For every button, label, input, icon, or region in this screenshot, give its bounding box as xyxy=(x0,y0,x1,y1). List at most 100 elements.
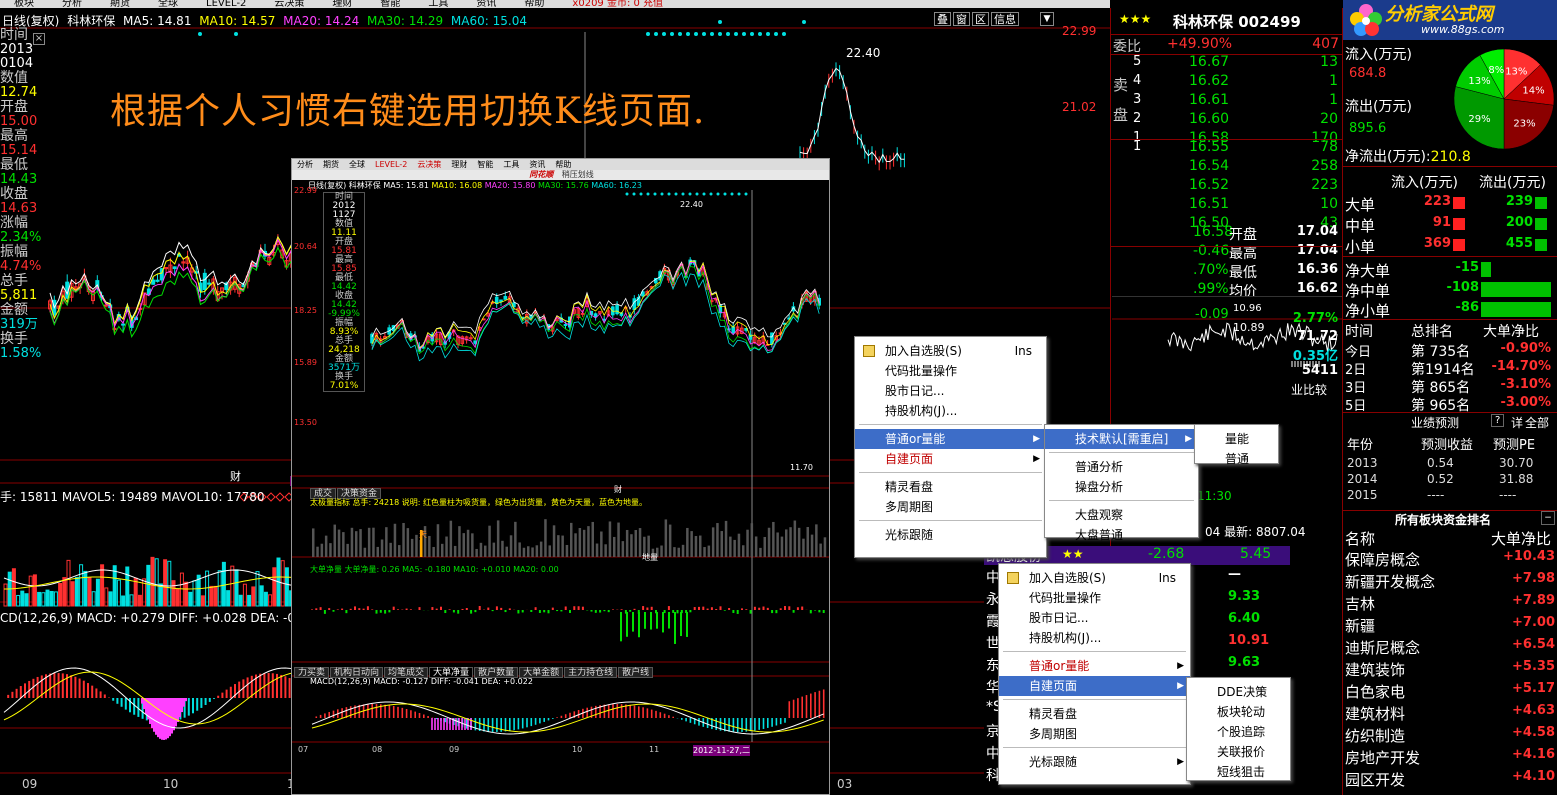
inner-menu-item[interactable]: 期货 xyxy=(323,160,339,169)
sector-name[interactable]: 纺织制造 xyxy=(1345,725,1405,746)
menu-item[interactable]: 大盘普通 xyxy=(1045,525,1198,545)
menu-item[interactable]: 全球 xyxy=(158,0,178,8)
menu-item[interactable]: 帮助 xyxy=(524,0,544,8)
menu-item[interactable]: 短线狙击 xyxy=(1187,762,1290,782)
menu-item[interactable]: 关联报价 xyxy=(1187,742,1290,762)
menu-item[interactable]: 大盘观察 xyxy=(1045,505,1198,525)
inner-menu-item[interactable]: 智能 xyxy=(477,160,493,169)
inner-ma5: MA5: 15.81 xyxy=(383,181,429,190)
sector-name[interactable]: 新疆 xyxy=(1345,615,1375,636)
sector-name[interactable]: 房地产开发 xyxy=(1345,747,1420,768)
menu-item[interactable]: 加入自选股(S) Ins xyxy=(999,568,1190,588)
sector-collapse-icon[interactable]: − xyxy=(1541,511,1555,525)
submenu-custom-page[interactable]: DDE决策 板块轮动 个股追踪 关联报价 短线狙击 xyxy=(1186,677,1291,781)
context-menu-1[interactable]: 加入自选股(S) Ins 代码批量操作 股市日记... 持股机构(J)... 普通or量能… xyxy=(854,336,1047,558)
menu-item[interactable]: 多周期图 xyxy=(999,724,1190,744)
menu-item[interactable]: 板块 xyxy=(14,0,34,8)
toolbar-button[interactable]: 区 xyxy=(972,12,989,26)
sell-level: 2 xyxy=(1133,111,1142,126)
menu-item[interactable]: 精灵看盘 xyxy=(999,704,1190,724)
menu-item[interactable]: 代码批量操作 xyxy=(999,588,1190,608)
sector-name[interactable]: 保障房概念 xyxy=(1345,549,1420,570)
submenu-arrow-icon: ▶ xyxy=(1185,434,1192,444)
sector-name[interactable]: 新疆开发概念 xyxy=(1345,571,1435,592)
menu-item[interactable]: 代码批量操作 xyxy=(855,361,1046,381)
sector-name[interactable]: 建筑材料 xyxy=(1345,703,1405,724)
menu-item[interactable]: LEVEL-2 xyxy=(206,0,246,8)
context-menu-2[interactable]: 加入自选股(S) Ins 代码批量操作 股市日记... 持股机构(J)... 普通or量能… xyxy=(998,563,1191,785)
menu-item[interactable]: 板块轮动 xyxy=(1187,702,1290,722)
toolbar-button[interactable]: 窗 xyxy=(953,12,970,26)
menu-item[interactable]: 个股追踪 xyxy=(1187,722,1290,742)
sell-price[interactable]: 16.67 xyxy=(1189,54,1229,70)
menu-item[interactable]: 普通分析 xyxy=(1045,457,1198,477)
inner-menu-item[interactable]: LEVEL-2 xyxy=(375,160,407,169)
submenu-normal-or-volume[interactable]: 技术默认[需重启] ▶ 普通分析 操盘分析大盘观察 大盘普通 xyxy=(1044,424,1199,542)
sector-name[interactable]: 迪斯尼概念 xyxy=(1345,637,1420,658)
menu-item[interactable]: DDE决策 xyxy=(1187,682,1290,702)
toolbar-button[interactable]: 叠 xyxy=(934,12,951,26)
menu-item[interactable]: 多周期图 xyxy=(855,497,1046,517)
inner-menu-item[interactable]: 帮助 xyxy=(555,160,571,169)
help-button[interactable]: ? xyxy=(1491,414,1505,427)
menu-item[interactable]: 云决策 xyxy=(274,0,304,8)
dropdown-icon[interactable]: ▼ xyxy=(1040,12,1054,26)
menu-item[interactable]: 自建页面 ▶ xyxy=(855,449,1046,469)
sell-price[interactable]: 16.60 xyxy=(1189,111,1229,127)
menu-item[interactable]: 普通or量能 ▶ xyxy=(999,656,1190,676)
menu-item[interactable]: 普通 xyxy=(1195,449,1278,469)
menu-item[interactable]: 精灵看盘 xyxy=(855,477,1046,497)
toolbar-button[interactable]: 信息 xyxy=(991,12,1019,26)
menu-item[interactable]: 股市日记... xyxy=(855,381,1046,401)
menu-item[interactable]: 量能 xyxy=(1195,429,1278,449)
stock-row-value: 10.91 xyxy=(1228,633,1270,648)
menu-item[interactable]: 光标跟随 xyxy=(855,525,1046,545)
inner-menu-item[interactable]: 资讯 xyxy=(529,160,545,169)
menu-item[interactable]: 普通or量能 ▶ xyxy=(855,429,1046,449)
menu-item[interactable]: 期货 xyxy=(110,0,130,8)
menu-item[interactable]: 加入自选股(S) Ins xyxy=(855,341,1046,361)
sell-price[interactable]: 16.62 xyxy=(1189,73,1229,89)
menu-item[interactable]: 光标跟随 ▶ xyxy=(999,752,1190,772)
menu-item[interactable]: 分析 xyxy=(62,0,82,8)
menu-item[interactable]: 理财 xyxy=(332,0,352,8)
menu-item[interactable]: 智能 xyxy=(380,0,400,8)
inner-x-axis: 07 08 09 10 11 2012-11-27,二 xyxy=(292,744,829,758)
menu-item-label: 自建页面 xyxy=(1029,679,1078,693)
submenu-tech-default[interactable]: 量能 普通 xyxy=(1194,424,1279,466)
info-label: 换手 xyxy=(0,331,28,347)
inner-menu-item[interactable]: 理财 xyxy=(451,160,467,169)
flower-logo-icon xyxy=(1350,4,1382,36)
sector-name[interactable]: 建筑装饰 xyxy=(1345,659,1405,680)
menu-item[interactable]: 工具 xyxy=(428,0,448,8)
inner-menu-item[interactable]: 云决策 xyxy=(417,160,441,169)
sector-name[interactable]: 白色家电 xyxy=(1345,681,1405,702)
menu-item[interactable]: 股市日记... xyxy=(999,608,1190,628)
menu-item[interactable]: 自建页面 ▶ xyxy=(999,676,1190,696)
menu-item[interactable]: 资讯 xyxy=(476,0,496,8)
buy-price[interactable]: 16.55 xyxy=(1189,139,1229,155)
inner-menu-item[interactable]: 分析 xyxy=(297,160,313,169)
menu-item[interactable]: 持股机构(J)... xyxy=(999,628,1190,648)
inner-tab[interactable]: 主力持仓线 xyxy=(564,667,618,678)
inner-stock-name: 科林环保 xyxy=(348,181,381,190)
inner-chart-window[interactable]: 分析 期货 全球 LEVEL-2 云决策 理财 智能 工具 资讯 帮助 同花顺 稍压划线 日线(复… xyxy=(291,158,830,795)
all-button[interactable]: 全部 xyxy=(1525,414,1549,431)
buy-price[interactable]: 16.51 xyxy=(1189,196,1229,212)
net-label: 净小单 xyxy=(1345,302,1391,320)
inner-header: 日线(复权) 科林环保 MA5: 15.81 MA10: 16.08 MA20:… xyxy=(308,180,642,191)
buy-price[interactable]: 16.52 xyxy=(1189,177,1229,193)
sell-price[interactable]: 16.61 xyxy=(1189,92,1229,108)
sector-name[interactable]: 园区开发 xyxy=(1345,769,1405,790)
menu-item[interactable]: 技术默认[需重启] ▶ xyxy=(1045,429,1198,449)
menu-item[interactable]: 操盘分析 xyxy=(1045,477,1198,497)
sector-name[interactable]: 吉林 xyxy=(1345,593,1375,614)
buy-price[interactable]: 16.54 xyxy=(1189,158,1229,174)
inner-menu-item[interactable]: 工具 xyxy=(503,160,519,169)
detail-button[interactable]: 详 xyxy=(1511,414,1523,431)
close-icon[interactable]: × xyxy=(33,33,45,45)
inner-tab[interactable]: 散户线 xyxy=(618,667,654,678)
menu-item-label: 加入自选股(S) xyxy=(1029,571,1106,585)
menu-item[interactable]: 持股机构(J)... xyxy=(855,401,1046,421)
inner-menu-item[interactable]: 全球 xyxy=(349,160,365,169)
